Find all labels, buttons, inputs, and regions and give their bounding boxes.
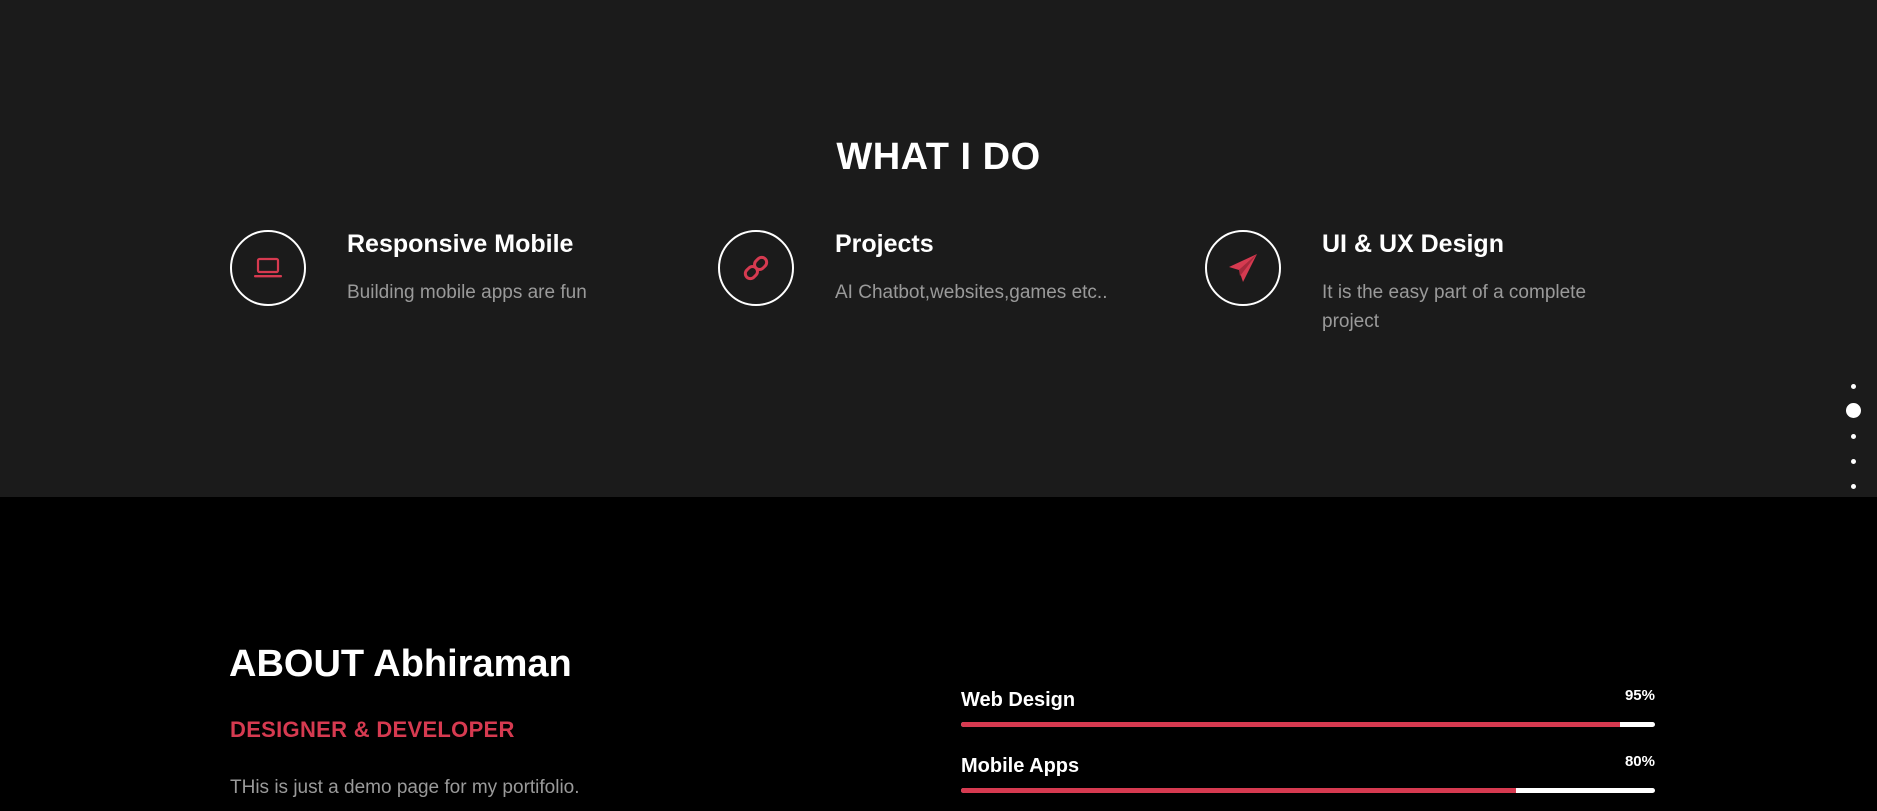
about-title: ABOUT Abhiraman [229,643,572,685]
skill-name: Web Design [961,689,1076,711]
section-nav-dot-5[interactable] [1851,484,1856,489]
service-name: Projects [835,230,934,258]
service-description: AI Chatbot,websites,games etc.. [835,282,1108,303]
section-nav-dot-1[interactable] [1851,384,1856,389]
service-icon-circle [230,230,306,306]
skill-progress-fill [961,722,1621,727]
skill-progress-fill [961,788,1517,793]
service-icon-circle [718,230,794,306]
section-nav-dot-2[interactable] [1846,403,1861,418]
skill-percent: 80% [1624,753,1655,770]
section-nav-dot-3[interactable] [1851,434,1856,439]
laptop-icon [253,256,283,280]
service-description: Building mobile apps are fun [347,282,587,303]
paper-plane-icon [1227,252,1259,284]
section-nav-dot-4[interactable] [1851,459,1856,464]
skill-name: Mobile Apps [961,755,1080,777]
skill-progress-track [961,722,1655,727]
service-icon-circle [1205,230,1281,306]
about-text: THis is just a demo page for my portifol… [230,777,580,798]
services-title: WHAT I DO [836,136,1041,178]
service-name: Responsive Mobile [347,230,574,258]
about-subtitle: DESIGNER & DEVELOPER [230,717,515,742]
link-icon [741,253,771,283]
skill-percent: 95% [1624,687,1655,704]
about-section: ABOUT Abhiraman DESIGNER & DEVELOPER THi… [0,497,1877,811]
services-section: WHAT I DO Responsive Mobile Building mob… [0,0,1877,497]
service-name: UI & UX Design [1322,230,1504,258]
skill-progress-track [961,788,1655,793]
service-description: It is the easy part of a complete projec… [1322,282,1587,332]
